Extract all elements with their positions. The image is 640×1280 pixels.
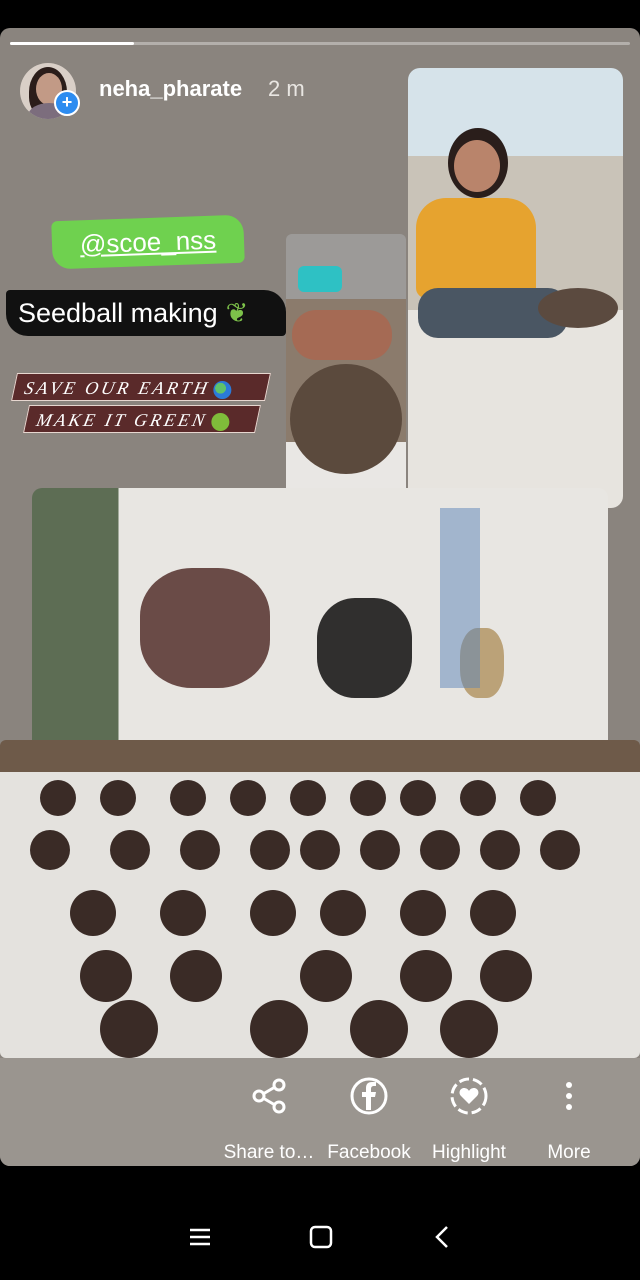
tag-line-2-text: MAKE IT GREEN [34, 410, 210, 430]
facebook-label: Facebook [327, 1142, 411, 1163]
seedball [100, 1000, 158, 1058]
seedball [30, 830, 70, 870]
seedball [400, 780, 436, 816]
share-button[interactable]: Share to… [214, 1058, 324, 1166]
more-button[interactable]: More [514, 1058, 624, 1166]
tag-line-make-green: MAKE IT GREEN [23, 405, 261, 433]
menu-icon[interactable] [185, 1222, 215, 1252]
story-viewer[interactable]: + neha_pharate 2 m @scoe_nss Seedball ma… [0, 28, 640, 1166]
seedball [300, 950, 352, 1002]
share-label: Share to… [223, 1142, 315, 1163]
seedball [170, 950, 222, 1002]
seedball [250, 890, 296, 936]
title-sticker-text: Seedball making [18, 298, 218, 328]
home-icon[interactable] [306, 1222, 336, 1252]
seedball [420, 830, 460, 870]
mention-sticker[interactable]: @scoe_nss [51, 214, 245, 270]
facebook-button[interactable]: Facebook [314, 1058, 424, 1166]
highlight-button[interactable]: Highlight [414, 1058, 524, 1166]
seedball [170, 780, 206, 816]
back-icon[interactable] [428, 1222, 458, 1252]
system-navigation-bar [0, 1190, 640, 1280]
story-username[interactable]: neha_pharate [99, 76, 242, 102]
facebook-icon [350, 1077, 388, 1115]
globe-icon [213, 380, 232, 399]
seedball [480, 830, 520, 870]
sprout-icon: ❦ [225, 298, 249, 328]
seedball [350, 780, 386, 816]
seedball [100, 780, 136, 816]
seedball [440, 1000, 498, 1058]
share-icon [252, 1078, 286, 1114]
title-sticker: Seedball making ❦ [6, 290, 286, 336]
seedball [300, 830, 340, 870]
seedball [290, 780, 326, 816]
seedball [400, 890, 446, 936]
seedball [460, 780, 496, 816]
seedball [320, 890, 366, 936]
tree-icon [211, 412, 230, 431]
tag-line-save-earth: SAVE OUR EARTH [11, 373, 271, 401]
photo-seedballs-drying [0, 740, 640, 1058]
story-timestamp: 2 m [268, 76, 305, 101]
seedball [230, 780, 266, 816]
seedball [80, 950, 132, 1002]
photo-seeds-on-newspaper [32, 488, 608, 752]
story-progress-fill [10, 42, 134, 45]
tag-line-1-text: SAVE OUR EARTH [22, 378, 212, 398]
more-icon [566, 1082, 572, 1110]
photo-hands-with-soil [286, 234, 406, 494]
seedball [540, 830, 580, 870]
highlight-label: Highlight [432, 1142, 506, 1163]
highlight-icon [450, 1077, 488, 1115]
seedball [480, 950, 532, 1002]
seedball [70, 890, 116, 936]
add-story-icon[interactable]: + [54, 90, 80, 116]
seedball [160, 890, 206, 936]
photo-girl-making-seedballs [408, 68, 623, 508]
seedball [40, 780, 76, 816]
seedball [250, 1000, 308, 1058]
seedball [400, 950, 452, 1002]
story-progress-bar [10, 42, 630, 45]
story-action-bar: Share to… Facebook Highlight More [0, 1058, 640, 1166]
seedball [250, 830, 290, 870]
seedball [520, 780, 556, 816]
seedball [360, 830, 400, 870]
seedball [110, 830, 150, 870]
seedball [350, 1000, 408, 1058]
seedball [470, 890, 516, 936]
more-label: More [547, 1142, 591, 1163]
seedball [180, 830, 220, 870]
